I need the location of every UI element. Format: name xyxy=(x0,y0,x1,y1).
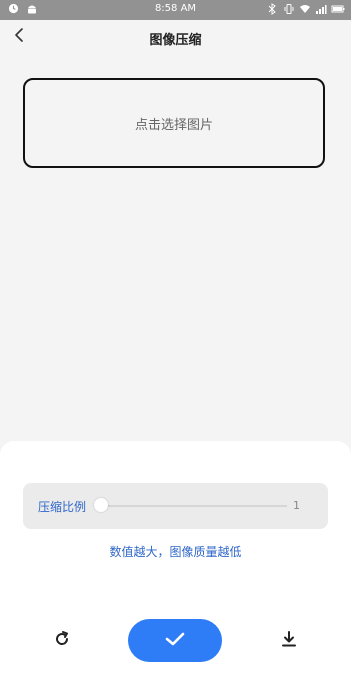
download-button[interactable] xyxy=(277,629,301,653)
battery-icon xyxy=(331,3,345,15)
confirm-button[interactable] xyxy=(128,619,222,662)
refresh-button[interactable] xyxy=(50,629,74,653)
screen: 8:58 AM 图像压缩 点击选择图片 压缩比例 1 数值越大，图像质量越低 xyxy=(0,0,351,698)
status-bar: 8:58 AM xyxy=(0,0,351,20)
compression-ratio-card: 压缩比例 1 xyxy=(23,483,328,529)
action-bar xyxy=(0,619,351,663)
refresh-icon xyxy=(53,630,71,652)
compression-ratio-value: 1 xyxy=(293,499,300,512)
wifi-icon xyxy=(299,3,311,15)
page-title: 图像压缩 xyxy=(149,33,202,48)
header: 图像压缩 xyxy=(0,20,351,54)
compression-slider-thumb[interactable] xyxy=(94,498,108,512)
check-icon xyxy=(165,631,185,651)
image-picker-area[interactable]: 点击选择图片 xyxy=(23,78,325,168)
bottom-sheet: 压缩比例 1 数值越大，图像质量越低 xyxy=(0,441,351,698)
vibrate-icon xyxy=(283,3,295,15)
status-right xyxy=(267,3,345,15)
bluetooth-icon xyxy=(267,3,279,15)
image-picker-label: 点击选择图片 xyxy=(134,117,213,133)
compression-ratio-label: 压缩比例 xyxy=(38,500,87,514)
signal-icon xyxy=(315,3,327,15)
download-icon xyxy=(280,630,298,652)
quality-hint: 数值越大，图像质量越低 xyxy=(109,545,242,559)
compression-slider-track[interactable] xyxy=(101,505,287,507)
